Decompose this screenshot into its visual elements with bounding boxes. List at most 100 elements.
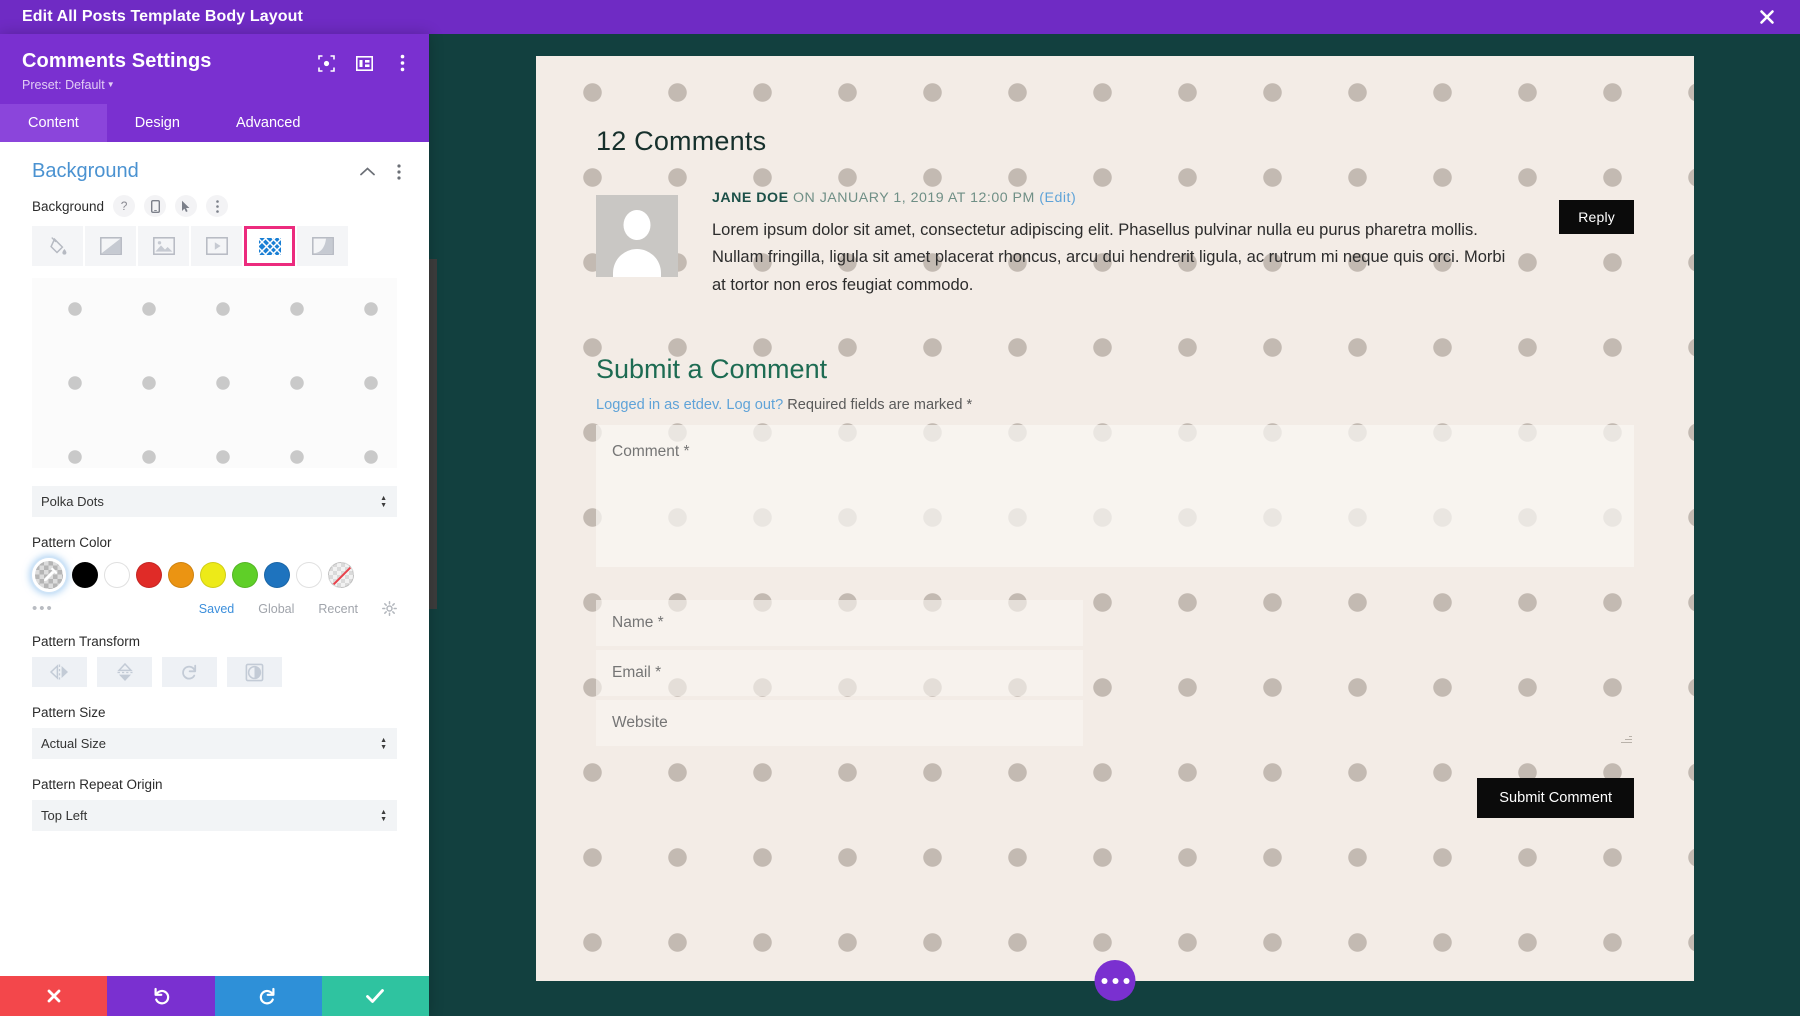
comment-meta: JANE DOE ON JANUARY 1, 2019 AT 12:00 PM … xyxy=(712,190,1514,206)
panel-header: Comments Settings Preset: Default ▼ xyxy=(0,34,429,104)
undo-button[interactable] xyxy=(107,976,215,1016)
swatch-orange[interactable] xyxy=(168,562,194,588)
background-type-color[interactable] xyxy=(32,226,83,266)
swatch-yellow[interactable] xyxy=(200,562,226,588)
pattern-size-value: Actual Size xyxy=(41,736,107,751)
comments-count-heading: 12 Comments xyxy=(596,126,767,156)
more-dots-icon[interactable]: ••• xyxy=(32,601,72,616)
preview-canvas: 12 Comments JANE DOE ON JANUARY 1, 2019 … xyxy=(429,34,1800,1016)
swatch-blue[interactable] xyxy=(264,562,290,588)
swatch-tab-saved[interactable]: Saved xyxy=(199,602,234,616)
pattern-style-select[interactable]: Polka Dots ▲ ▼ xyxy=(32,486,397,517)
background-field-row: Background ? xyxy=(0,195,429,226)
rotate-icon[interactable] xyxy=(162,657,217,687)
pattern-size-select[interactable]: Actual Size ▲ ▼ xyxy=(32,728,397,759)
pattern-color-label: Pattern Color xyxy=(32,535,112,550)
flip-horizontal-icon[interactable] xyxy=(32,657,87,687)
swatch-green[interactable] xyxy=(232,562,258,588)
undo-icon xyxy=(154,987,170,1005)
comment-edit-link[interactable]: (Edit) xyxy=(1039,190,1076,206)
background-section-title: Background xyxy=(32,160,139,182)
close-builder-button[interactable] xyxy=(1756,6,1778,28)
background-type-video[interactable] xyxy=(191,226,242,266)
pattern-color-swatches xyxy=(0,558,429,592)
swatch-tab-global[interactable]: Global xyxy=(258,602,294,616)
kebab-menu-icon[interactable] xyxy=(393,54,411,72)
tab-design[interactable]: Design xyxy=(107,104,208,142)
comment-author: JANE DOE xyxy=(712,190,789,206)
email-input[interactable] xyxy=(596,650,1083,697)
background-type-gradient[interactable] xyxy=(85,226,136,266)
swatch-eyedropper-transparent[interactable] xyxy=(32,558,66,592)
chevron-up-icon[interactable] xyxy=(359,164,375,180)
pattern-repeat-origin-select[interactable]: Top Left ▲ ▼ xyxy=(32,800,397,831)
swatch-controls-row: ••• Saved Global Recent xyxy=(0,601,429,616)
background-type-pattern[interactable] xyxy=(244,226,295,266)
reply-button[interactable]: Reply xyxy=(1559,200,1634,234)
avatar-head-shape xyxy=(623,210,651,240)
pattern-repeat-origin-value: Top Left xyxy=(41,808,88,823)
swatch-tab-recent[interactable]: Recent xyxy=(318,602,358,616)
avatar-body-shape xyxy=(613,249,661,277)
swatch-white-outline[interactable] xyxy=(296,562,322,588)
tab-advanced[interactable]: Advanced xyxy=(208,104,329,142)
focus-target-icon[interactable] xyxy=(317,54,335,72)
comments-module-preview: 12 Comments JANE DOE ON JANUARY 1, 2019 … xyxy=(536,56,1694,1001)
panel-header-icons xyxy=(317,54,411,72)
invert-icon[interactable] xyxy=(227,657,282,687)
section-kebab-menu-icon[interactable] xyxy=(391,163,407,180)
module-options-fab[interactable] xyxy=(1094,960,1136,1001)
textarea-resize-grip[interactable] xyxy=(1620,732,1632,744)
cursor-hover-icon[interactable] xyxy=(175,195,198,217)
swatch-no-color[interactable] xyxy=(328,562,354,588)
name-input[interactable] xyxy=(596,600,1083,647)
swatch-red[interactable] xyxy=(136,562,162,588)
cancel-button[interactable] xyxy=(0,976,108,1016)
mobile-icon[interactable] xyxy=(144,195,167,217)
comment-form: Submit Comment xyxy=(596,425,1634,819)
help-icon[interactable]: ? xyxy=(113,195,136,217)
comment-textarea[interactable] xyxy=(596,425,1634,568)
redo-icon xyxy=(259,987,275,1005)
panel-preset-label: Preset: Default xyxy=(22,78,105,92)
comment-item: JANE DOE ON JANUARY 1, 2019 AT 12:00 PM … xyxy=(596,190,1634,299)
save-button[interactable] xyxy=(321,976,429,1016)
tab-content[interactable]: Content xyxy=(0,104,107,142)
canvas-scrollbar[interactable] xyxy=(429,259,437,609)
avatar xyxy=(596,195,678,277)
swatch-black[interactable] xyxy=(72,562,98,588)
gear-icon[interactable] xyxy=(382,601,397,616)
more-options-icon xyxy=(1101,977,1107,984)
redo-button[interactable] xyxy=(214,976,322,1016)
chevron-down-icon: ▼ xyxy=(106,80,115,89)
background-type-toolbar xyxy=(0,226,429,266)
panel-body: Background Background ? Polka Dots ▲ ▼ P… xyxy=(0,142,429,976)
check-icon xyxy=(366,989,385,1003)
panel-action-bar xyxy=(0,976,429,1016)
submit-comment-button[interactable]: Submit Comment xyxy=(1477,778,1634,819)
topbar-title: Edit All Posts Template Body Layout xyxy=(22,8,303,25)
flip-vertical-icon[interactable] xyxy=(97,657,152,687)
pattern-transform-label: Pattern Transform xyxy=(32,634,141,649)
close-icon xyxy=(47,989,61,1003)
logged-in-notice: Logged in as etdev. Log out? Required fi… xyxy=(596,397,1634,413)
background-section-header: Background xyxy=(0,142,429,195)
more-options-icon-dot3 xyxy=(1123,977,1129,984)
more-options-icon-dot2 xyxy=(1112,977,1118,984)
submit-comment-heading: Submit a Comment xyxy=(596,354,828,385)
comment-date: ON JANUARY 1, 2019 AT 12:00 PM xyxy=(788,190,1040,206)
panel-tabs: Content Design Advanced xyxy=(0,104,429,142)
logged-in-user-link[interactable]: Logged in as etdev. xyxy=(596,397,722,413)
logout-link[interactable]: Log out? xyxy=(726,397,783,413)
layout-columns-icon[interactable] xyxy=(355,54,373,72)
background-type-mask[interactable] xyxy=(297,226,348,266)
background-type-image[interactable] xyxy=(138,226,189,266)
website-input[interactable] xyxy=(596,700,1083,747)
background-field-label: Background xyxy=(32,198,105,214)
panel-preset-selector[interactable]: Preset: Default ▼ xyxy=(22,78,407,92)
field-kebab-menu-icon[interactable] xyxy=(206,195,229,217)
builder-topbar: Edit All Posts Template Body Layout xyxy=(0,0,1800,34)
settings-panel: Comments Settings Preset: Default ▼ Cont… xyxy=(0,34,429,1016)
pattern-repeat-origin-label: Pattern Repeat Origin xyxy=(32,777,163,792)
swatch-white[interactable] xyxy=(104,562,130,588)
